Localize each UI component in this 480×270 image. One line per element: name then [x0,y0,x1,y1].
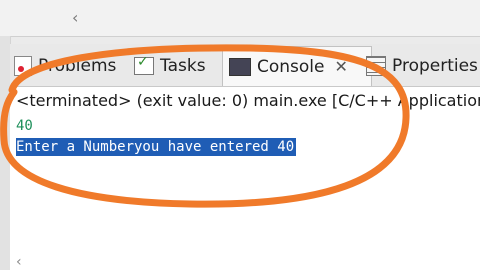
tasks-icon [134,54,154,75]
console-status: <terminated> (exit value: 0) main.exe [C… [16,91,480,110]
tab-problems[interactable]: Problems [14,46,116,86]
console-output[interactable]: <terminated> (exit value: 0) main.exe [C… [10,87,480,270]
console-icon [229,57,251,76]
tab-tasks[interactable]: Tasks [134,46,206,86]
tab-problems-label: Problems [38,56,117,76]
tab-console-label: Console [257,56,325,77]
tab-properties-label: Properties [392,56,478,76]
tab-properties[interactable]: Properties [366,46,478,86]
scroll-left-icon[interactable]: ‹ [72,8,78,27]
tab-tasks-label: Tasks [160,56,206,76]
console-selected-line: Enter a Numberyou have entered 40 [16,138,297,156]
close-icon[interactable]: ✕ [335,57,348,76]
console-input-line: 40 [16,118,33,134]
scroll-left-icon[interactable]: ‹ [16,254,22,270]
properties-icon [366,56,386,76]
tab-console[interactable]: Console ✕ [222,46,372,86]
problems-icon [14,56,32,76]
view-tab-bar: Problems Tasks Console ✕ Properties [10,44,480,87]
editor-area: ‹ [0,0,480,37]
